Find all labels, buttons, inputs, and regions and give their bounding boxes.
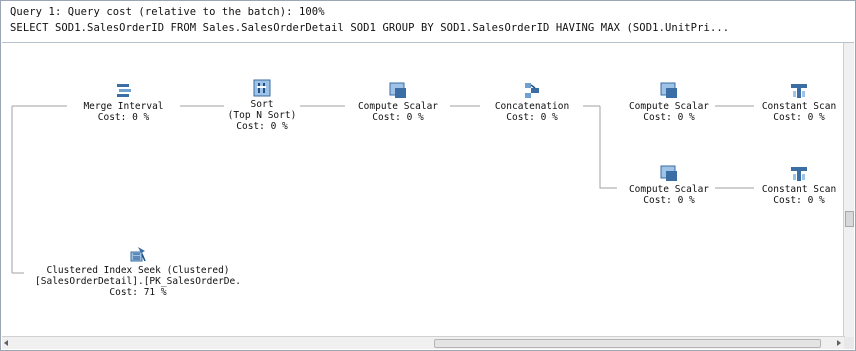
concatenation-cost: Cost: 0 % (506, 112, 558, 123)
constant-scan-cost: Cost: 0 % (773, 112, 825, 123)
compute-scalar-node[interactable]: Compute Scalar Cost: 0 % (344, 81, 452, 123)
scroll-left-arrow-icon[interactable] (4, 340, 8, 346)
sort-icon (253, 79, 271, 97)
constant-scan-node[interactable]: Constant Scan Cost: 0 % (752, 81, 845, 123)
edge-concat-compute3 (599, 106, 617, 189)
vertical-scrollbar[interactable] (843, 43, 854, 337)
merge-interval-label: Merge Interval (83, 101, 164, 112)
compute-scalar-node[interactable]: Compute Scalar Cost: 0 % (616, 164, 722, 206)
compute-scalar-cost: Cost: 0 % (643, 112, 695, 123)
horizontal-scrollbar[interactable] (2, 336, 845, 349)
compute-scalar-cost: Cost: 0 % (372, 112, 424, 123)
compute-scalar-icon (660, 165, 677, 181)
constant-scan-cost: Cost: 0 % (773, 195, 825, 206)
query-header: Query 1: Query cost (relative to the bat… (2, 2, 854, 43)
concatenation-label: Concatenation (494, 101, 570, 112)
merge-interval-cost: Cost: 0 % (97, 112, 150, 123)
compute-scalar-label: Compute Scalar (628, 101, 710, 112)
constant-scan-label: Constant Scan (761, 184, 837, 195)
compute-scalar-icon (660, 82, 677, 98)
horizontal-scroll-thumb[interactable] (434, 339, 821, 348)
clustered-index-seek-cost: Cost: 71 % (109, 287, 167, 298)
clustered-index-seek-object: [SalesOrderDetail].[PK_SalesOrderDe. (35, 276, 241, 287)
scrollbar-corner (844, 337, 854, 349)
query-text-line: SELECT SOD1.SalesOrderID FROM Sales.Sale… (10, 22, 730, 34)
vertical-scroll-thumb[interactable] (845, 211, 854, 227)
clustered-index-seek-icon (130, 247, 146, 262)
merge-interval-node[interactable]: Merge Interval Cost: 0 % (66, 81, 181, 123)
constant-scan-icon (791, 84, 807, 98)
clustered-index-seek-label: Clustered Index Seek (Clustered) (46, 265, 230, 276)
constant-scan-label: Constant Scan (761, 101, 837, 112)
execution-plan-window: Query 1: Query cost (relative to the bat… (0, 0, 856, 351)
sort-node[interactable]: Sort (Top N Sort) Cost: 0 % (218, 79, 306, 132)
plan-canvas[interactable]: Merge Interval Cost: 0 % Sort (Top N Sor… (2, 43, 845, 337)
concatenation-icon (525, 83, 539, 98)
scroll-right-arrow-icon[interactable] (837, 340, 841, 346)
compute-scalar-cost: Cost: 0 % (643, 195, 695, 206)
compute-scalar-node[interactable]: Compute Scalar Cost: 0 % (616, 81, 722, 123)
compute-scalar-label: Compute Scalar (628, 184, 710, 195)
sort-sub-label: (Top N Sort) (227, 110, 297, 121)
clustered-index-seek-node[interactable]: Clustered Index Seek (Clustered) [SalesO… (22, 245, 254, 298)
compute-scalar-icon (389, 82, 406, 98)
constant-scan-node[interactable]: Constant Scan Cost: 0 % (752, 164, 845, 206)
constant-scan-icon (791, 167, 807, 181)
sort-cost: Cost: 0 % (236, 121, 288, 132)
sort-label: Sort (250, 99, 274, 110)
compute-scalar-label: Compute Scalar (357, 101, 439, 112)
concatenation-node[interactable]: Concatenation Cost: 0 % (480, 81, 584, 123)
merge-interval-icon (116, 84, 131, 97)
query-cost-line: Query 1: Query cost (relative to the bat… (10, 6, 325, 18)
